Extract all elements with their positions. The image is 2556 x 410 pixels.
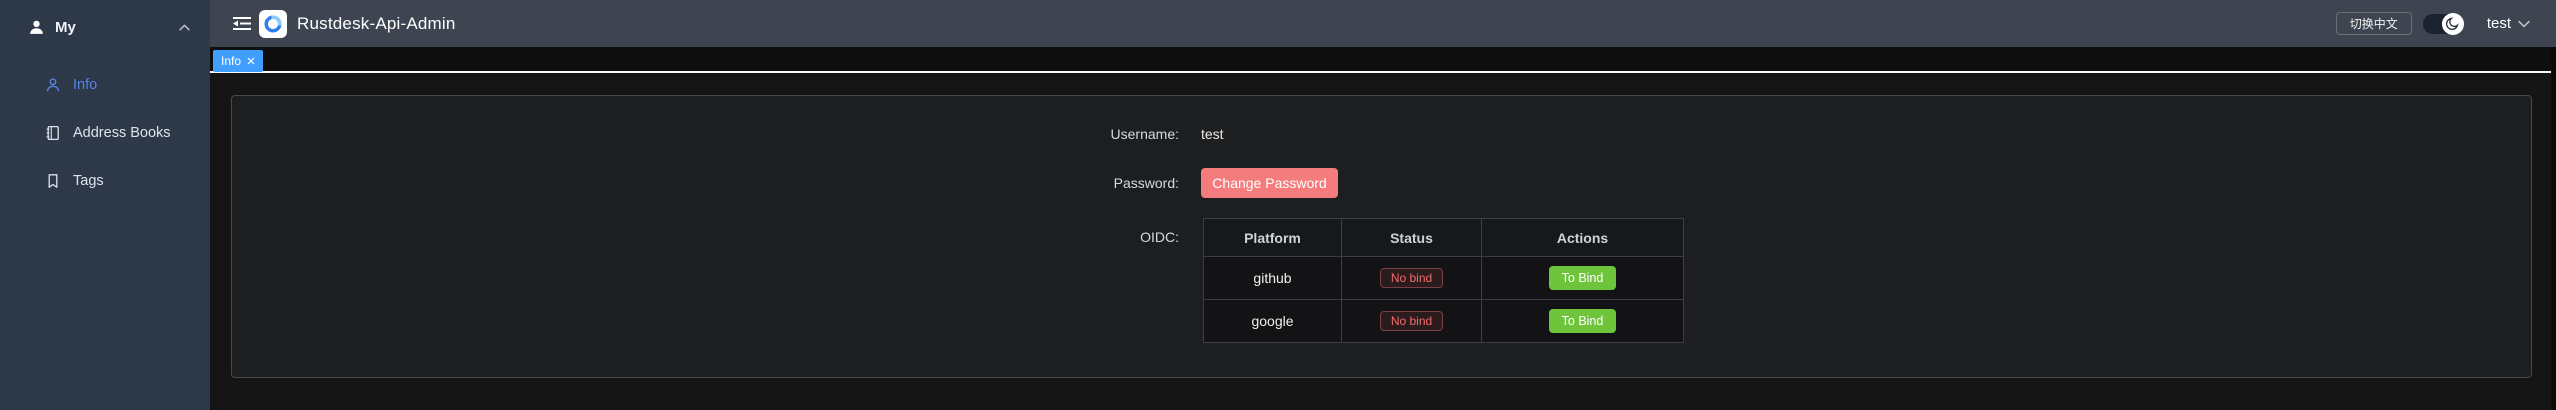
app-logo <box>259 10 287 38</box>
close-icon[interactable] <box>247 57 255 65</box>
sidebar-menu: Info Address Books Tags <box>0 61 210 205</box>
actions-cell: To Bind <box>1482 300 1684 343</box>
scroll-gutter <box>2551 47 2556 410</box>
actions-cell: To Bind <box>1482 257 1684 300</box>
sidebar-group-my[interactable]: My <box>0 3 210 51</box>
chevron-up-icon <box>179 24 190 31</box>
notebook-icon <box>45 125 61 141</box>
platform-cell: google <box>1204 300 1342 343</box>
person-outline-icon <box>45 77 61 93</box>
status-cell: No bind <box>1342 300 1482 343</box>
status-badge: No bind <box>1380 268 1443 288</box>
sidebar-item-info[interactable]: Info <box>0 61 210 109</box>
user-info-card: Username: test Password: Change Password… <box>231 95 2532 378</box>
username-label: Username: <box>232 124 1179 144</box>
table-row: github No bind To Bind <box>1204 257 1684 300</box>
sidebar: My Info Address Books Tags <box>0 0 210 410</box>
column-header-platform: Platform <box>1204 219 1342 257</box>
password-label: Password: <box>232 173 1179 193</box>
user-filled-icon <box>28 19 45 36</box>
main-content: Username: test Password: Change Password… <box>210 75 2556 410</box>
to-bind-button[interactable]: To Bind <box>1549 266 1617 290</box>
dark-mode-toggle[interactable] <box>2423 14 2463 34</box>
status-cell: No bind <box>1342 257 1482 300</box>
to-bind-button[interactable]: To Bind <box>1549 309 1617 333</box>
sidebar-item-address-books[interactable]: Address Books <box>0 109 210 157</box>
header-right: 切换中文 test <box>2336 12 2556 35</box>
sidebar-group-label: My <box>55 19 179 36</box>
sidebar-item-label: Info <box>73 77 97 93</box>
app-title: Rustdesk-Api-Admin <box>297 14 456 34</box>
table-header-row: Platform Status Actions <box>1204 219 1684 257</box>
sidebar-item-label: Address Books <box>73 125 171 141</box>
tab-info[interactable]: Info <box>213 50 263 72</box>
sidebar-item-label: Tags <box>73 173 104 189</box>
current-user-label: test <box>2487 15 2511 32</box>
top-header: Rustdesk-Api-Admin 切换中文 test <box>210 0 2556 47</box>
sidebar-item-tags[interactable]: Tags <box>0 157 210 205</box>
oidc-table: Platform Status Actions github No bind T… <box>1203 218 1684 343</box>
column-header-actions: Actions <box>1482 219 1684 257</box>
table-row: google No bind To Bind <box>1204 300 1684 343</box>
platform-cell: github <box>1204 257 1342 300</box>
change-password-button[interactable]: Change Password <box>1201 168 1338 198</box>
username-value: test <box>1201 124 1224 144</box>
switch-language-button[interactable]: 切换中文 <box>2336 12 2412 35</box>
oidc-label: OIDC: <box>232 227 1179 247</box>
tab-label: Info <box>221 54 241 68</box>
status-badge: No bind <box>1380 311 1443 331</box>
tabs-bar: Info <box>210 47 2556 73</box>
column-header-status: Status <box>1342 219 1482 257</box>
chevron-down-icon <box>2518 20 2530 28</box>
fold-menu-icon[interactable] <box>233 16 251 31</box>
moon-icon <box>2442 13 2464 35</box>
bookmark-icon <box>45 173 61 189</box>
user-menu[interactable]: test <box>2487 15 2530 32</box>
